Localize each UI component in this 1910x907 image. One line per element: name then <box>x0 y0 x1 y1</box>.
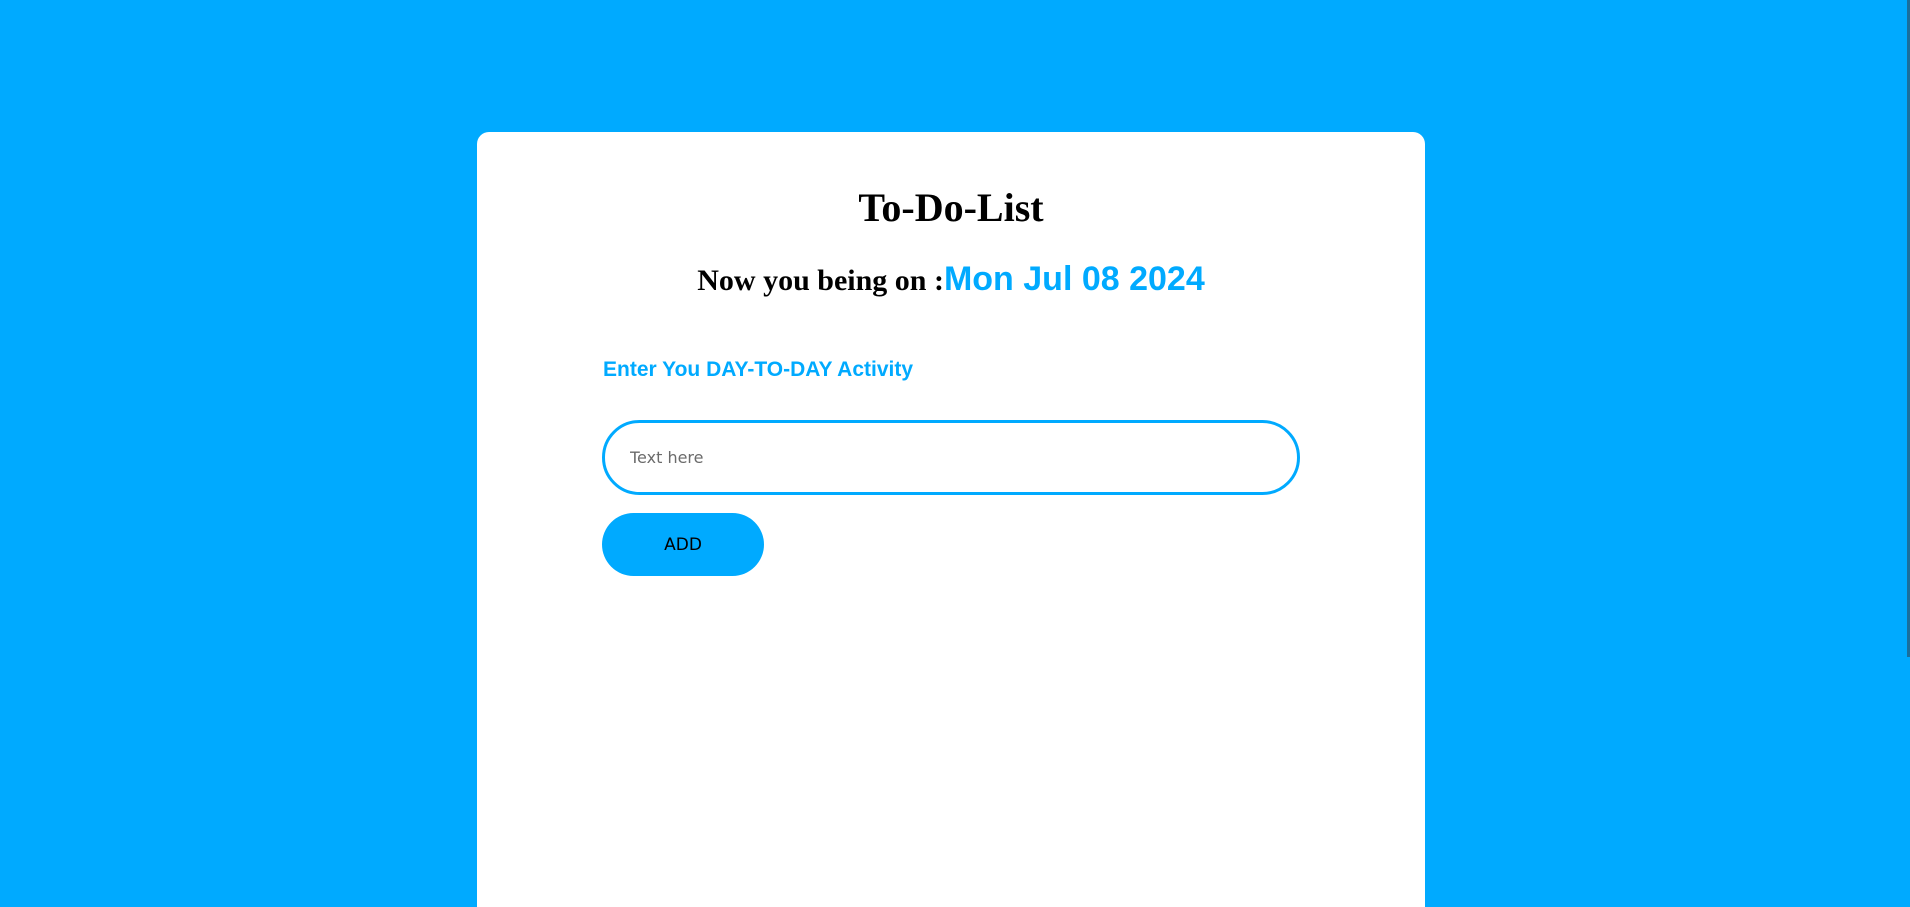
current-date: Mon Jul 08 2024 <box>943 260 1205 298</box>
add-button[interactable]: ADD <box>602 513 764 576</box>
date-label: Now you being on : <box>697 264 944 297</box>
activity-label: Enter You DAY-TO-DAY Activity <box>603 358 914 381</box>
todo-input[interactable] <box>602 420 1300 495</box>
page-title: To-Do-List <box>858 185 1044 230</box>
page-background: To-Do-List Now you being on :Mon Jul 08 … <box>0 0 1910 907</box>
date-line: Now you being on :Mon Jul 08 2024 <box>0 260 1902 299</box>
